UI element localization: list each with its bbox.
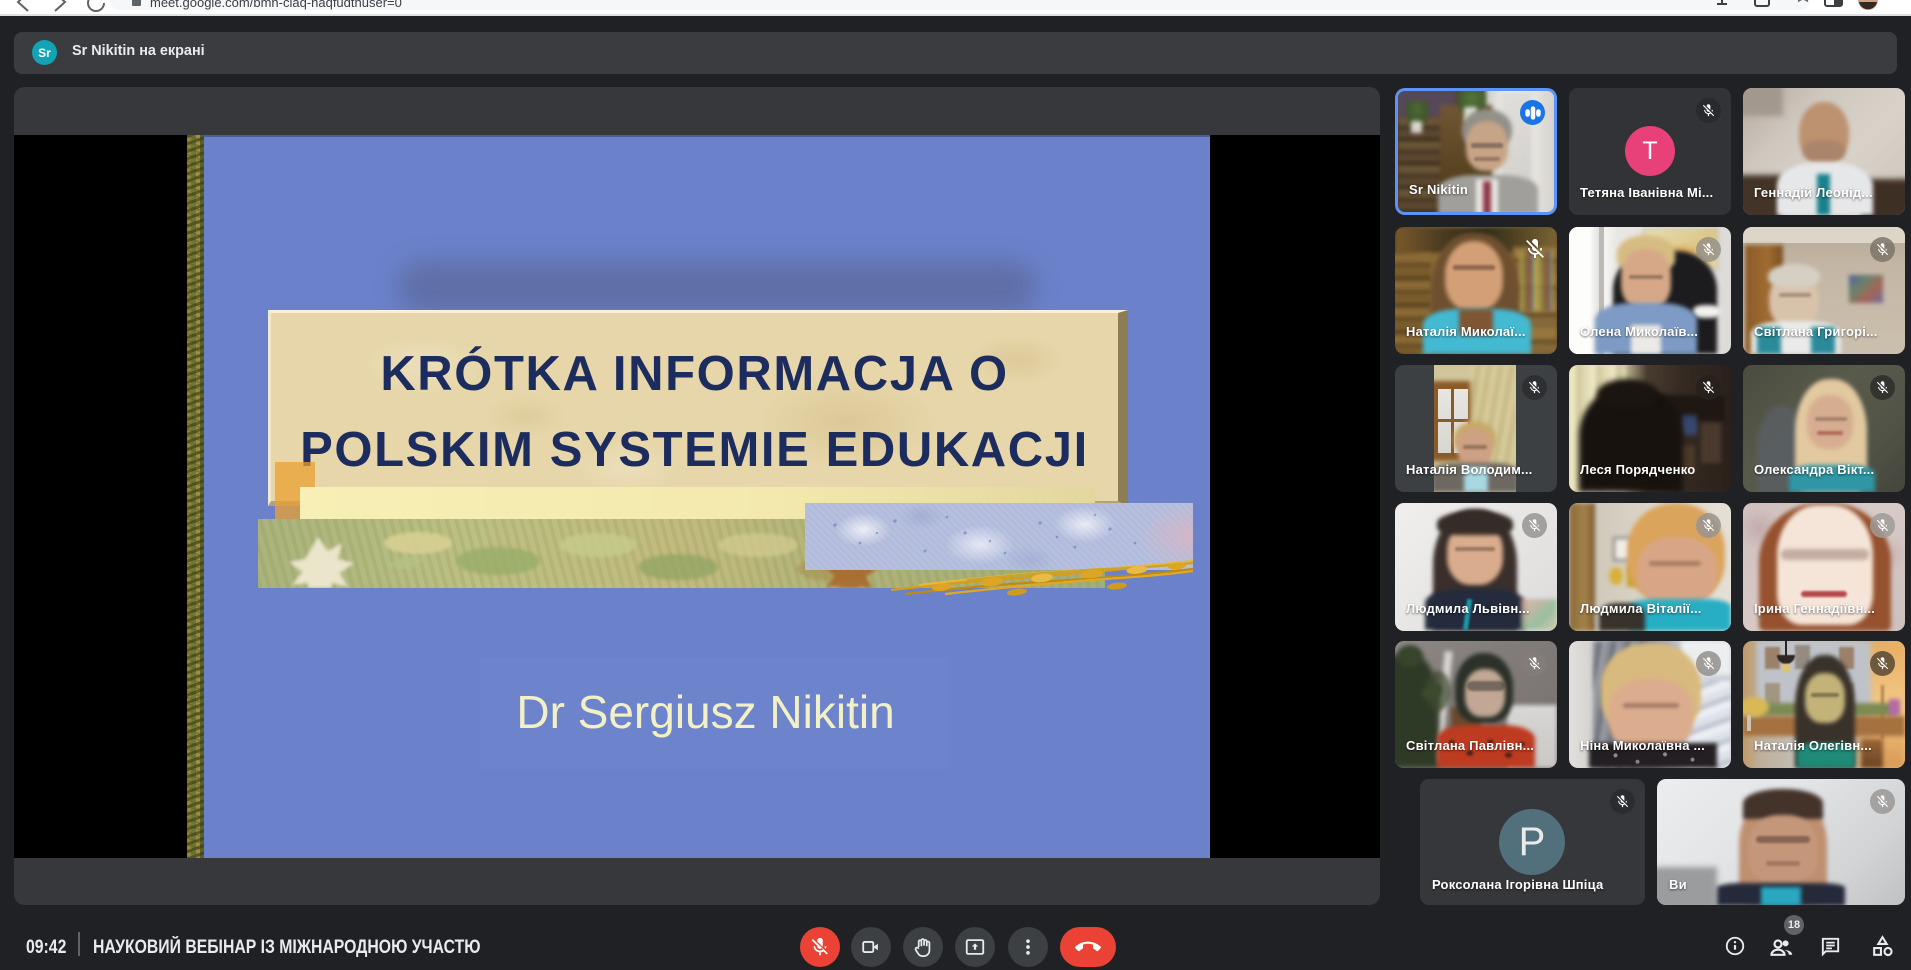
svg-text:meet.google.com/bmh-ciaq-haqfu: meet.google.com/bmh-ciaq-haqfudthuser=0 (150, 0, 402, 10)
